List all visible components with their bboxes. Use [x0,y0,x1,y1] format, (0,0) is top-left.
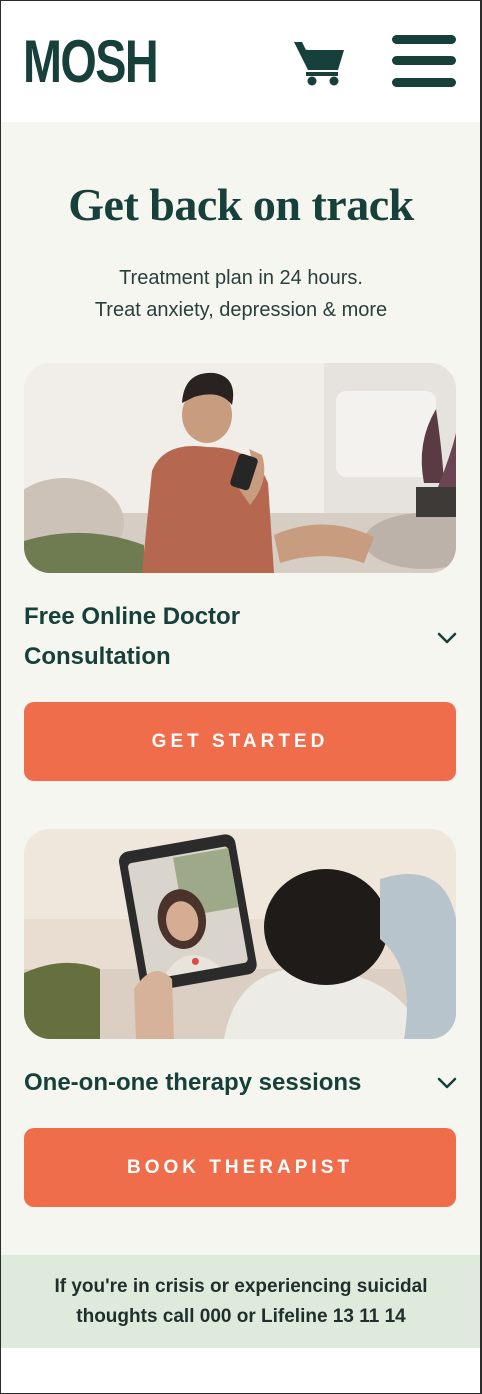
get-started-button[interactable]: GET STARTED [24,702,456,781]
mosh-logo[interactable]: MOSH [23,26,159,98]
page-title: Get back on track [68,179,414,230]
crisis-banner: If you're in crisis or experiencing suic… [0,1255,482,1348]
therapy-session-image [24,829,456,1039]
crisis-text: If you're in crisis or experiencing suic… [54,1275,428,1327]
hamburger-menu-icon[interactable] [392,33,458,91]
subtitle-line-2: Treat anxiety, depression & more [94,299,388,321]
book-therapist-button[interactable]: BOOK THERAPIST [24,1128,456,1207]
doctor-consultation-image [24,363,456,573]
page-bottom [0,1348,482,1394]
site-header: MOSH [0,0,482,122]
chevron-down-icon[interactable] [436,631,458,645]
cart-icon[interactable] [292,38,346,86]
subtitle-line-1: Treatment plan in 24 hours. [119,267,363,289]
main-content: Get back on track Treatment plan in 24 h… [0,122,482,1255]
card-heading-doctor[interactable]: Free Online Doctor Consultation [24,597,240,677]
chevron-down-icon[interactable] [436,1076,458,1090]
card-heading-therapy[interactable]: One-on-one therapy sessions [24,1063,361,1103]
